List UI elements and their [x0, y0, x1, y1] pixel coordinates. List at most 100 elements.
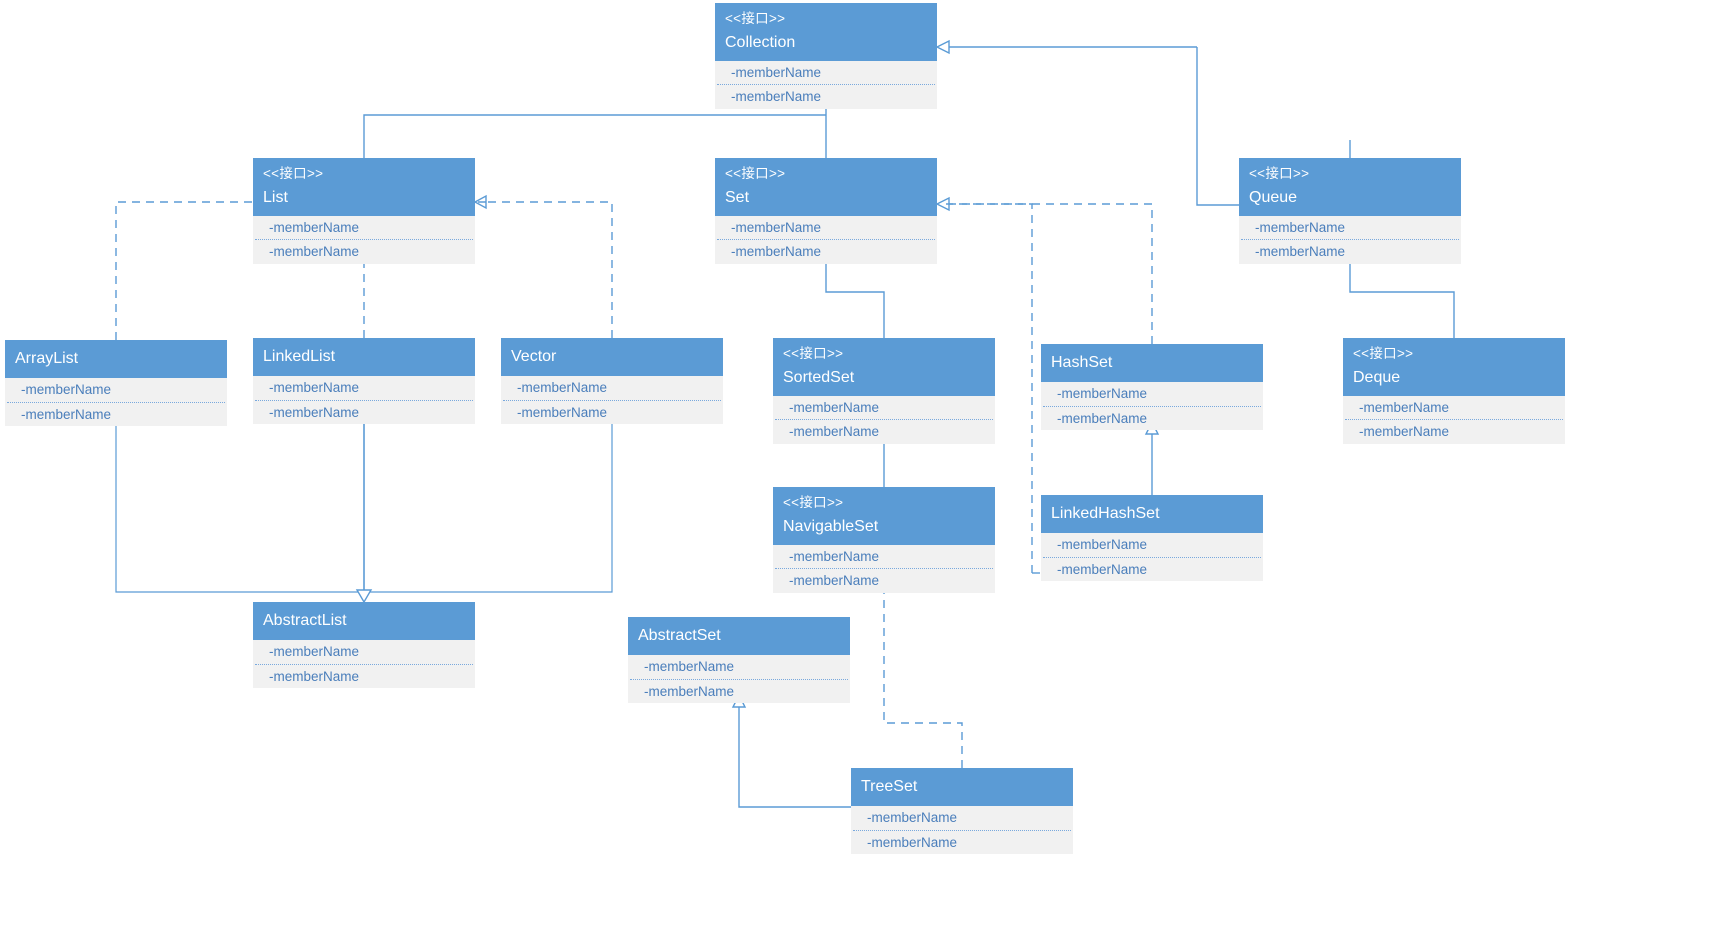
class-node-header: <<接口>> SortedSet: [773, 338, 995, 396]
class-attribute: -memberName: [269, 380, 360, 396]
class-node-name: Deque: [1353, 368, 1401, 386]
class-node-attributes: -memberName -memberName: [773, 395, 995, 444]
class-node-abstractlist[interactable]: AbstractList -memberName -memberName: [253, 602, 475, 689]
class-node-header: <<接口>> NavigableSet: [773, 487, 995, 545]
class-node-attributes: -memberName -memberName: [1041, 382, 1263, 431]
class-node-list[interactable]: <<接口>> List -memberName -memberName: [253, 158, 475, 264]
class-node-name: AbstractList: [263, 612, 347, 629]
class-attribute: -memberName: [1057, 386, 1148, 402]
class-node-abstractset[interactable]: AbstractSet -memberName -memberName: [628, 617, 850, 704]
class-node-attributes: -memberName -memberName: [773, 544, 995, 593]
class-node-attributes: -memberName -memberName: [253, 640, 475, 689]
class-node-header: <<接口>> Collection: [715, 3, 937, 61]
class-node-header: ArrayList: [5, 340, 227, 379]
class-attribute: -memberName: [731, 219, 822, 235]
class-node-sortedset[interactable]: <<接口>> SortedSet -memberName -memberName: [773, 338, 995, 444]
interface-stereotype-label: <<接口>>: [263, 166, 324, 181]
class-node-name: ArrayList: [15, 350, 79, 367]
edge-list-to-collection: [363, 114, 826, 158]
interface-stereotype-label: <<接口>>: [725, 166, 786, 181]
edge-hashset-to-set: [935, 196, 1153, 344]
class-node-collection[interactable]: <<接口>> Collection -memberName -memberName: [715, 3, 937, 109]
class-node-attributes: -memberName -memberName: [1343, 395, 1565, 444]
class-node-name: SortedSet: [783, 368, 855, 386]
class-attribute: -memberName: [21, 406, 112, 422]
class-attribute: -memberName: [269, 404, 360, 420]
class-node-attributes: -memberName -memberName: [1041, 533, 1263, 582]
class-node-set[interactable]: <<接口>> Set -memberName -memberName: [715, 158, 937, 264]
class-node-header: AbstractList: [253, 602, 475, 641]
class-attribute: -memberName: [269, 644, 360, 660]
class-node-queue[interactable]: <<接口>> Queue -memberName -memberName: [1239, 158, 1461, 264]
class-node-attributes: -memberName -memberName: [1239, 215, 1461, 264]
interface-stereotype-label: <<接口>>: [1249, 166, 1310, 181]
class-node-attributes: -memberName -memberName: [715, 215, 937, 264]
class-node-attributes: -memberName -memberName: [253, 376, 475, 425]
class-attribute: -memberName: [789, 399, 880, 415]
edge-treeset-to-abstractset: [731, 693, 851, 808]
class-node-navigableset[interactable]: <<接口>> NavigableSet -memberName -memberName: [773, 487, 995, 593]
interface-stereotype-label: <<接口>>: [1353, 346, 1414, 361]
class-attribute: -memberName: [1359, 399, 1450, 415]
class-node-name: NavigableSet: [783, 517, 879, 535]
class-node-header: AbstractSet: [628, 617, 850, 656]
class-attribute: -memberName: [1057, 537, 1148, 553]
edge-linkedhashset-to-hashset: [1144, 420, 1160, 495]
class-attribute: -memberName: [1359, 424, 1450, 440]
edge-treeset-to-navigableset: [876, 577, 963, 768]
class-node-header: <<接口>> Queue: [1239, 158, 1461, 216]
class-node-name: LinkedHashSet: [1051, 505, 1160, 522]
class-attribute: -memberName: [1057, 410, 1148, 426]
interface-stereotype-label: <<接口>>: [783, 346, 844, 361]
class-node-name: HashSet: [1051, 354, 1113, 371]
class-node-header: LinkedList: [253, 338, 475, 377]
uml-class-diagram-canvas: <<接口>> Collection -memberName -memberName <<…: [0, 0, 1727, 933]
class-attribute: -memberName: [789, 424, 880, 440]
edge-vector-to-list: [486, 201, 613, 338]
class-node-attributes: -memberName -memberName: [715, 60, 937, 109]
class-node-header: <<接口>> Set: [715, 158, 937, 216]
class-attribute: -memberName: [21, 382, 112, 398]
class-node-name: AbstractSet: [638, 627, 721, 644]
edge-arraylist-to-abstractlist: [115, 418, 364, 593]
class-attribute: -memberName: [1255, 244, 1346, 260]
class-attribute: -memberName: [269, 219, 360, 235]
class-attribute: -memberName: [867, 834, 958, 850]
class-attribute: -memberName: [789, 573, 880, 589]
class-node-header: Vector: [501, 338, 723, 377]
class-node-name: Collection: [725, 33, 796, 51]
class-node-hashset[interactable]: HashSet -memberName -memberName: [1041, 344, 1263, 431]
class-node-name: Vector: [511, 348, 557, 365]
class-node-attributes: -memberName -memberName: [628, 655, 850, 704]
class-attribute: -memberName: [517, 380, 608, 396]
class-node-treeset[interactable]: TreeSet -memberName -memberName: [851, 768, 1073, 855]
class-node-name: List: [263, 188, 288, 206]
class-attribute: -memberName: [1057, 561, 1148, 577]
class-node-linkedhashset[interactable]: LinkedHashSet -memberName -memberName: [1041, 495, 1263, 582]
class-node-attributes: -memberName -memberName: [851, 806, 1073, 855]
interface-stereotype-label: <<接口>>: [783, 495, 844, 510]
class-node-name: TreeSet: [861, 778, 918, 795]
class-node-linkedlist[interactable]: LinkedList -memberName -memberName: [253, 338, 475, 425]
class-node-header: <<接口>> List: [253, 158, 475, 216]
class-attribute: -memberName: [269, 244, 360, 260]
class-node-header: HashSet: [1041, 344, 1263, 383]
class-node-vector[interactable]: Vector -memberName -memberName: [501, 338, 723, 425]
edge-linkedlist-to-abstractlist: [355, 416, 373, 604]
edge-vector-to-abstractlist: [364, 416, 613, 593]
class-node-header: LinkedHashSet: [1041, 495, 1263, 534]
class-node-arraylist[interactable]: ArrayList -memberName -memberName: [5, 340, 227, 427]
class-node-attributes: -memberName -memberName: [5, 378, 227, 427]
class-node-name: LinkedList: [263, 348, 336, 365]
class-node-header: <<接口>> Deque: [1343, 338, 1565, 396]
class-attribute: -memberName: [731, 89, 822, 105]
class-node-deque[interactable]: <<接口>> Deque -memberName -memberName: [1343, 338, 1565, 444]
class-attribute: -memberName: [867, 810, 958, 826]
class-attribute: -memberName: [644, 683, 735, 699]
class-attribute: -memberName: [731, 244, 822, 260]
interface-stereotype-label: <<接口>>: [725, 11, 786, 26]
class-attribute: -memberName: [789, 548, 880, 564]
class-attribute: -memberName: [644, 659, 735, 675]
class-node-header: TreeSet: [851, 768, 1073, 807]
class-attribute: -memberName: [731, 64, 822, 80]
